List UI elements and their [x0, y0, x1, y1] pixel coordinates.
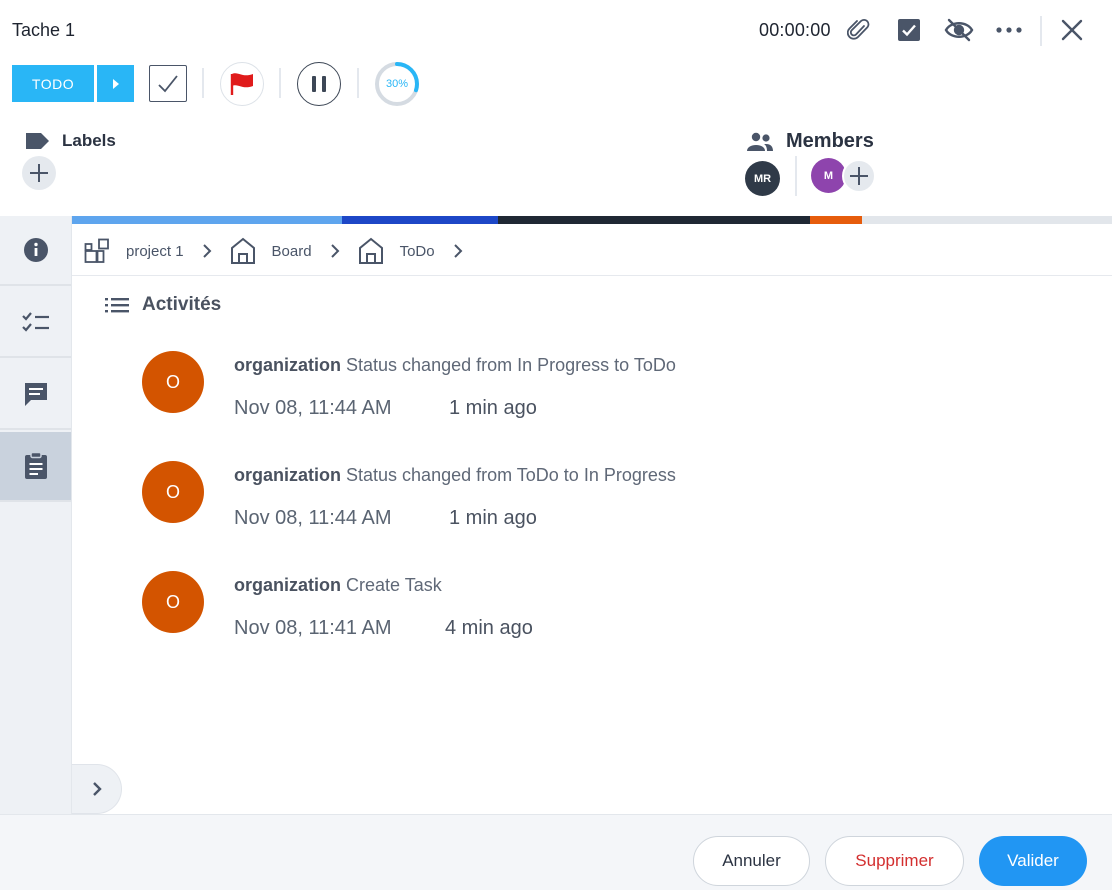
side-rail — [0, 216, 72, 814]
activity-text: Status changed from In Progress to ToDo — [346, 355, 676, 375]
member-avatar[interactable]: MR — [745, 161, 780, 196]
project-icon — [84, 238, 109, 263]
rail-comments[interactable] — [0, 360, 71, 430]
list-icon — [105, 298, 129, 313]
add-member-button[interactable] — [842, 159, 876, 193]
task-title: Tache 1 — [12, 20, 76, 40]
activity-relative-time: 4 min ago — [445, 617, 533, 639]
cancel-button[interactable]: Annuler — [693, 836, 810, 886]
activities-title: Activités — [142, 294, 222, 315]
breadcrumb-project[interactable]: project 1 — [84, 236, 230, 266]
checklist-icon — [21, 312, 49, 332]
eye-off-icon[interactable] — [944, 17, 974, 43]
breadcrumb: project 1 Board ToDo — [84, 234, 481, 268]
rail-checklist[interactable] — [0, 288, 71, 358]
priority-flag-button[interactable] — [220, 62, 264, 106]
status-history-stripe — [72, 216, 1112, 224]
plus-icon — [30, 164, 48, 182]
home-icon — [230, 237, 255, 264]
label-tag-icon — [26, 133, 49, 149]
toolbar-divider — [279, 68, 281, 98]
labels-heading: Labels — [24, 131, 116, 151]
stripe-segment — [498, 216, 811, 224]
activities-heading: Activités — [104, 294, 221, 316]
members-title: Members — [786, 130, 874, 152]
members-divider — [795, 156, 797, 196]
activity-actor: organization — [234, 465, 341, 485]
check-icon — [158, 74, 178, 92]
progress-ring[interactable]: 30% — [374, 61, 420, 107]
labels-title: Labels — [62, 131, 116, 150]
progress-label: 30% — [385, 78, 409, 90]
flag-icon — [230, 73, 253, 95]
checkbox-checked-icon[interactable] — [896, 17, 922, 43]
members-heading: Members — [746, 130, 874, 153]
activity-date: Nov 08, 11:44 AM — [234, 507, 392, 529]
dialog-footer: Annuler Supprimer Valider — [0, 814, 1112, 890]
breadcrumb-divider — [72, 275, 1112, 276]
header-divider — [1040, 16, 1042, 46]
activity-actor: organization — [234, 575, 341, 595]
activity-text: Create Task — [346, 575, 442, 595]
close-icon[interactable] — [1059, 17, 1085, 43]
info-icon — [23, 238, 48, 262]
stripe-segment — [342, 216, 499, 224]
activity-avatar: O — [142, 461, 204, 523]
chevron-right-icon — [202, 244, 211, 258]
activity-avatar: O — [142, 571, 204, 633]
task-timer: 00:00:00 — [759, 20, 831, 40]
chevron-right-icon — [92, 782, 102, 796]
rail-info[interactable] — [0, 216, 71, 286]
play-icon — [112, 78, 119, 89]
activity-relative-time: 1 min ago — [449, 397, 537, 419]
activity-actor: organization — [234, 355, 341, 375]
activity-avatar: O — [142, 351, 204, 413]
chevron-right-icon — [330, 244, 339, 258]
validate-button[interactable]: Valider — [979, 836, 1087, 886]
expand-rail-button[interactable] — [72, 764, 122, 814]
next-status-button[interactable] — [97, 65, 134, 102]
activity-text: Status changed from ToDo to In Progress — [346, 465, 676, 485]
stripe-segment — [72, 216, 343, 224]
plus-icon — [850, 167, 868, 185]
activity-item: O organization Status changed from ToDo … — [142, 461, 842, 529]
toolbar-divider — [202, 68, 204, 98]
clipboard-icon — [24, 452, 47, 479]
comment-icon — [24, 383, 47, 406]
delete-button[interactable]: Supprimer — [825, 836, 964, 886]
member-avatar[interactable]: M — [811, 158, 846, 193]
members-icon — [747, 132, 773, 151]
activity-date: Nov 08, 11:44 AM — [234, 397, 392, 419]
stripe-segment — [810, 216, 863, 224]
activity-description: organization Create Task — [234, 575, 442, 596]
attachment-icon[interactable] — [846, 17, 872, 43]
breadcrumb-label: Board — [271, 242, 312, 260]
breadcrumb-list[interactable]: ToDo — [358, 236, 481, 266]
rail-activity[interactable] — [0, 432, 71, 502]
status-button[interactable]: TODO — [12, 65, 94, 102]
home-icon — [358, 237, 383, 264]
breadcrumb-label: project 1 — [126, 242, 184, 260]
more-options-icon[interactable] — [996, 17, 1022, 43]
activity-date: Nov 08, 11:41 AM — [234, 617, 392, 639]
activity-item: O organization Status changed from In Pr… — [142, 351, 842, 419]
activity-description: organization Status changed from ToDo to… — [234, 465, 676, 486]
chevron-right-icon — [453, 244, 463, 258]
activity-relative-time: 1 min ago — [449, 507, 537, 529]
pause-button[interactable] — [297, 62, 341, 106]
activity-description: organization Status changed from In Prog… — [234, 355, 676, 376]
activity-item: O organization Create Task Nov 08, 11:41… — [142, 571, 842, 639]
toolbar-divider — [357, 68, 359, 98]
breadcrumb-board[interactable]: Board — [230, 236, 358, 266]
stripe-segment — [862, 216, 1112, 224]
add-label-button[interactable] — [22, 156, 56, 190]
complete-task-button[interactable] — [149, 65, 187, 102]
pause-icon — [312, 76, 326, 92]
breadcrumb-label: ToDo — [399, 242, 435, 260]
